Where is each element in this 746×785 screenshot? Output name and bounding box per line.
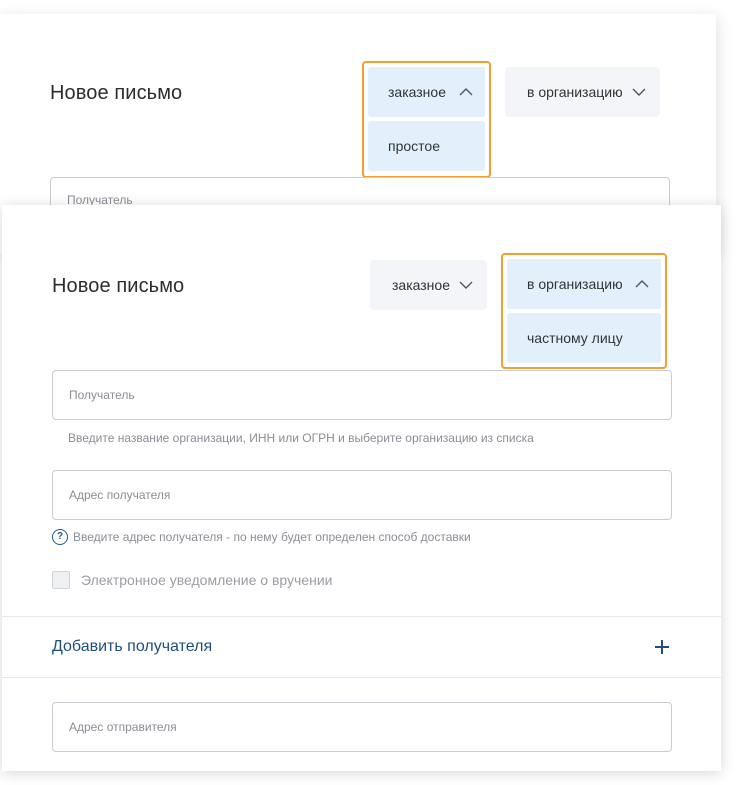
recipient-type-selected: в организацию <box>527 276 623 292</box>
letter-form-card: Новое письмо заказное в организацию част… <box>2 205 721 771</box>
chevron-up-icon <box>635 280 649 288</box>
sender-address-input[interactable]: Адрес отправителя <box>52 702 672 752</box>
recipient-hint-text: Введите название организации, ИНН или ОГ… <box>68 431 534 445</box>
recipient-type-select[interactable]: в организацию <box>507 259 661 309</box>
recipient-type-selected: в организацию <box>527 84 623 100</box>
letter-type-selected: заказное <box>388 84 446 100</box>
recipient-placeholder: Получатель <box>69 388 135 402</box>
recipient-hint: Введите название организации, ИНН или ОГ… <box>68 431 534 445</box>
address-hint-text: Введите адрес получателя - по нему будет… <box>73 530 471 544</box>
recipient-type-option[interactable]: частному лицу <box>507 313 661 363</box>
recipient-input[interactable]: Получатель <box>52 370 672 420</box>
recipient-address-placeholder: Адрес получателя <box>69 488 171 502</box>
notification-checkbox-label: Электронное уведомление о вручении <box>81 572 333 588</box>
page-title: Новое письмо <box>50 82 183 104</box>
letter-type-option[interactable]: простое <box>368 121 485 171</box>
letter-type-option-label: простое <box>388 138 440 154</box>
letter-type-selected: заказное <box>392 277 450 293</box>
notification-checkbox-row[interactable]: Электронное уведомление о вручении <box>52 571 332 589</box>
page-title: Новое письмо <box>52 275 185 297</box>
help-icon[interactable]: ? <box>52 529 68 545</box>
letter-type-dropdown: заказное простое <box>362 61 491 178</box>
chevron-down-icon <box>632 88 646 96</box>
sender-address-placeholder: Адрес отправителя <box>69 720 177 734</box>
recipient-type-dropdown: в организацию частному лицу <box>501 253 667 369</box>
letter-type-select[interactable]: заказное <box>368 67 485 117</box>
chevron-down-icon <box>459 281 473 289</box>
notification-checkbox[interactable] <box>52 571 70 589</box>
recipient-type-option-label: частному лицу <box>527 330 623 346</box>
screen: Новое письмо заказное простое в организа… <box>0 0 746 785</box>
add-recipient-button[interactable]: Добавить получателя <box>2 617 721 677</box>
recipient-type-select[interactable]: в организацию <box>505 67 660 117</box>
add-recipient-label: Добавить получателя <box>52 638 213 655</box>
recipient-address-input[interactable]: Адрес получателя <box>52 470 672 520</box>
divider <box>2 677 721 678</box>
address-hint: ? Введите адрес получателя - по нему буд… <box>52 529 471 545</box>
chevron-up-icon <box>459 88 473 96</box>
letter-type-select[interactable]: заказное <box>370 260 487 310</box>
plus-icon <box>655 640 669 654</box>
